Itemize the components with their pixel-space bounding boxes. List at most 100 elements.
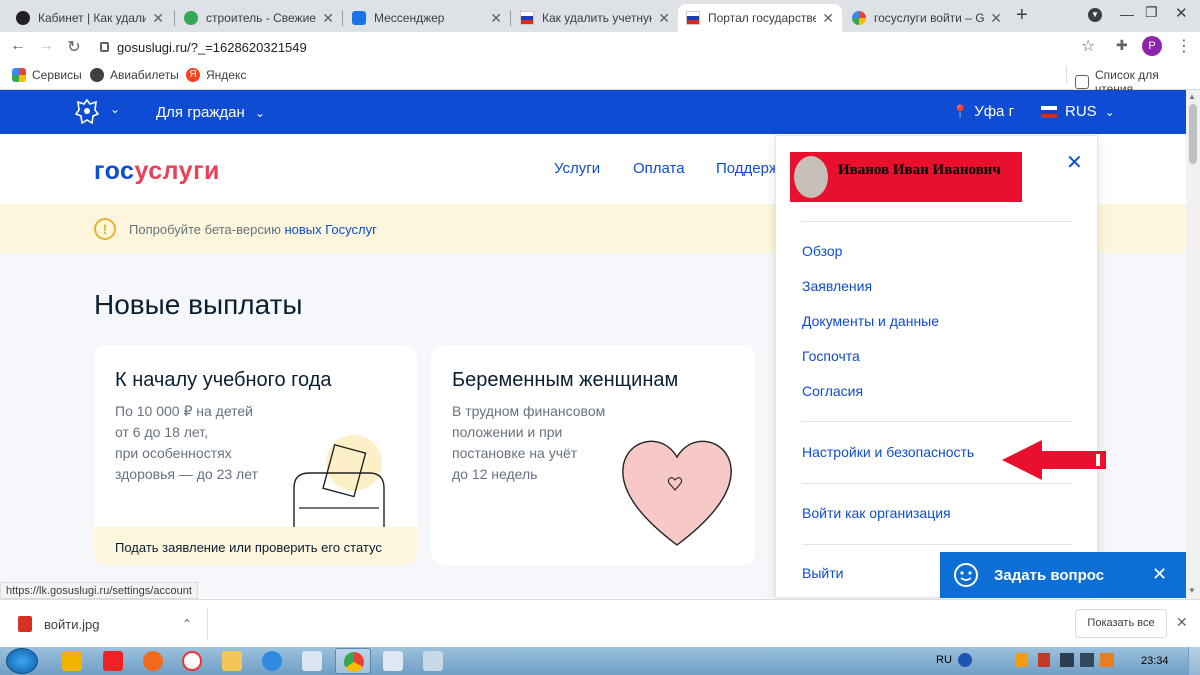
nav-support[interactable]: Поддерж: [716, 160, 779, 177]
chevron-down-icon[interactable]: ⌄: [110, 102, 120, 116]
browser-tab-3[interactable]: Мессенджер ✕: [344, 4, 510, 32]
folder-icon[interactable]: [222, 651, 242, 671]
close-icon[interactable]: ✕: [490, 10, 502, 27]
yandex-icon: Я: [186, 68, 200, 82]
browser-tab-2[interactable]: строитель - Свежие ва ✕: [176, 4, 342, 32]
tray-notification-icon[interactable]: [1100, 653, 1114, 667]
clock[interactable]: 23:34: [1141, 655, 1169, 667]
forward-arrow-icon[interactable]: →: [36, 37, 56, 55]
menu-item-documents[interactable]: Документы и данные: [802, 313, 939, 329]
close-icon[interactable]: ✕: [1066, 150, 1083, 175]
tab-title: Как удалить учетную з: [542, 11, 652, 25]
lock-icon: [100, 42, 109, 52]
app-window-icon[interactable]: [383, 651, 403, 671]
network-icon[interactable]: [1060, 653, 1074, 667]
chrome-taskbar-button[interactable]: [335, 648, 371, 674]
restore-icon[interactable]: ❐: [1145, 4, 1158, 21]
user-dropdown-menu: Иванов Иван Иванович ✕ Обзор Заявления Д…: [775, 135, 1098, 598]
browser-tab-6[interactable]: госуслуги войти – Goo ✕: [844, 4, 1010, 32]
browser-tab-4[interactable]: Как удалить учетную з ✕: [512, 4, 678, 32]
gosuslugi-logo[interactable]: госуслуги: [94, 157, 220, 186]
ask-question-widget[interactable]: Задать вопрос ✕: [940, 552, 1186, 598]
menu-item-applications[interactable]: Заявления: [802, 278, 872, 294]
user-full-name: Иванов Иван Иванович: [838, 162, 1001, 178]
show-desktop-button[interactable]: [1188, 647, 1200, 675]
menu-item-settings-security[interactable]: Настройки и безопасность: [802, 444, 974, 460]
tab-dots-icon: [184, 11, 198, 25]
minimize-icon[interactable]: —: [1120, 6, 1134, 22]
bookmark-services[interactable]: Сервисы: [12, 68, 82, 82]
windows-taskbar: RU 23:34: [0, 647, 1200, 675]
status-url-tooltip: https://lk.gosuslugi.ru/settings/account: [0, 582, 198, 599]
close-icon[interactable]: ✕: [990, 10, 1002, 27]
reload-icon[interactable]: ↻: [64, 37, 84, 57]
scrollbar-thumb[interactable]: [1189, 104, 1197, 164]
logo-part-uslugi: услуги: [134, 157, 220, 185]
paint-icon[interactable]: [423, 651, 443, 671]
start-button-icon[interactable]: [6, 648, 38, 674]
menu-item-logout[interactable]: Выйти: [802, 565, 843, 581]
yandex-browser-icon[interactable]: [182, 651, 202, 671]
profile-avatar[interactable]: P: [1142, 36, 1162, 56]
payment-card-school[interactable]: К началу учебного года По 10 000 ₽ на де…: [94, 345, 417, 565]
keyboard-language[interactable]: RU: [936, 654, 952, 666]
internet-explorer-icon[interactable]: [262, 651, 282, 671]
back-arrow-icon[interactable]: ←: [8, 37, 28, 55]
beta-link[interactable]: новых Госуслуг: [284, 222, 376, 237]
payment-card-pregnant[interactable]: Беременным женщинам В трудном финансовом…: [431, 345, 755, 565]
media-player-icon[interactable]: [62, 651, 82, 671]
card-footer-link[interactable]: Подать заявление или проверить его стату…: [94, 527, 417, 565]
bookmark-star-icon[interactable]: ☆: [1081, 36, 1095, 56]
close-icon[interactable]: ✕: [152, 10, 164, 27]
bookmark-yandex[interactable]: Я Яндекс: [186, 68, 246, 82]
audience-selector[interactable]: Для граждан ⌄: [156, 104, 265, 121]
tab-google-icon: [852, 11, 866, 25]
menu-item-consents[interactable]: Согласия: [802, 383, 863, 399]
city-selector[interactable]: 📍 Уфа г: [952, 103, 1014, 120]
close-icon[interactable]: ✕: [822, 10, 834, 27]
menu-kebab-icon[interactable]: ⋮: [1176, 36, 1192, 56]
language-label: RUS: [1065, 103, 1097, 120]
chevron-down-icon: ⌄: [254, 106, 266, 120]
nav-services[interactable]: Услуги: [554, 160, 600, 177]
yandex-icon[interactable]: [103, 651, 123, 671]
browser-tab-1[interactable]: Кабинет | Как удалить у ✕: [8, 4, 172, 32]
extensions-puzzle-icon[interactable]: ✚: [1116, 37, 1128, 54]
new-tab-plus-icon[interactable]: +: [1016, 4, 1028, 27]
window-close-icon[interactable]: ✕: [1175, 4, 1188, 22]
download-item[interactable]: войти.jpg ⌃: [10, 608, 206, 640]
backpack-icon: [293, 435, 385, 533]
help-icon[interactable]: [958, 653, 972, 667]
nav-payment[interactable]: Оплата: [633, 160, 685, 177]
close-icon[interactable]: ✕: [658, 10, 670, 27]
show-all-downloads-button[interactable]: Показать все: [1075, 609, 1167, 638]
close-icon[interactable]: ✕: [1152, 564, 1167, 585]
tray-app-icon[interactable]: [1016, 653, 1028, 667]
document-icon[interactable]: [302, 651, 322, 671]
tray-antivirus-icon[interactable]: [1038, 653, 1050, 667]
user-name-badge[interactable]: Иванов Иван Иванович: [790, 152, 1022, 202]
menu-item-overview[interactable]: Обзор: [802, 243, 842, 259]
bookmark-avia[interactable]: Авиабилеты: [90, 68, 179, 82]
close-icon[interactable]: ✕: [322, 10, 334, 27]
volume-icon[interactable]: [1080, 653, 1094, 667]
heart-icon: [622, 440, 732, 546]
reading-list-icon: [1075, 75, 1089, 89]
red-arrow-annotation-icon: [1002, 440, 1106, 480]
menu-item-login-org[interactable]: Войти как организация: [802, 505, 951, 521]
language-selector[interactable]: RUS ⌄: [1041, 103, 1115, 120]
close-icon[interactable]: ✕: [1176, 614, 1188, 631]
url-input[interactable]: gosuslugi.ru/?_=1628620321549: [100, 36, 1105, 58]
support-robot-icon: [954, 563, 978, 587]
city-label: Уфа г: [974, 103, 1015, 120]
site-top-bar: ⌄ Для граждан ⌄ 📍 Уфа г RUS ⌄: [0, 90, 1186, 134]
app-icon[interactable]: [143, 651, 163, 671]
tab-flag-icon: [686, 11, 700, 25]
tab-search-chevron-icon[interactable]: ▼: [1088, 8, 1102, 22]
browser-tab-5-active[interactable]: Портал государственн ✕: [678, 4, 842, 32]
chevron-up-icon[interactable]: ⌃: [182, 617, 192, 631]
page-title: Новые выплаты: [94, 289, 303, 320]
page-scrollbar[interactable]: ▲ ▼: [1186, 90, 1200, 599]
menu-item-gospochta[interactable]: Госпочта: [802, 348, 860, 364]
location-pin-icon: 📍: [952, 103, 969, 119]
